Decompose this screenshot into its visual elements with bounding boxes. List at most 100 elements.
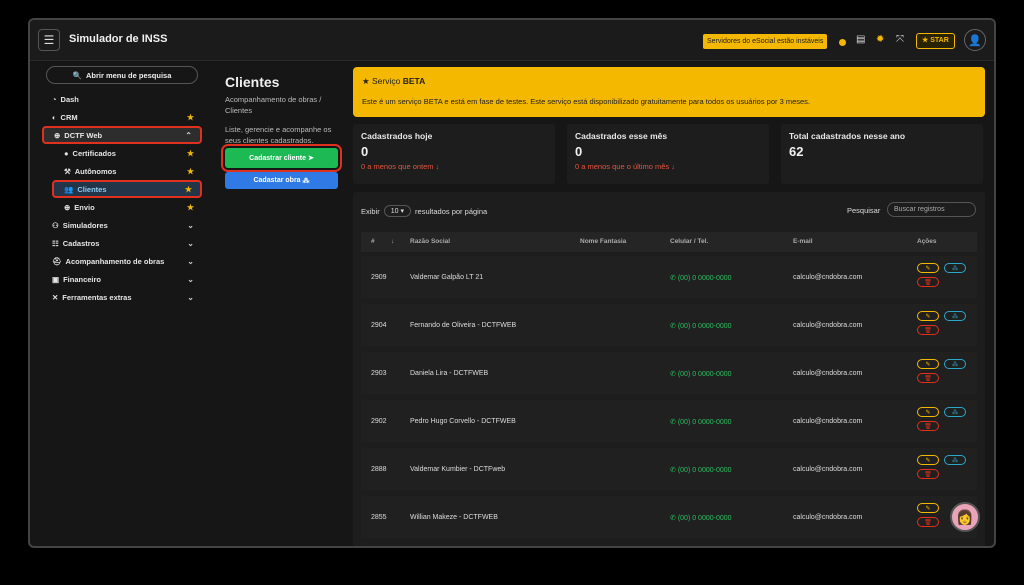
favorite-star-icon[interactable]: ★ xyxy=(187,167,194,176)
beta-text: Este é um serviço BETA e está em fase de… xyxy=(362,97,811,106)
phone-text: (00) 0 0000-0000 xyxy=(677,419,732,426)
sidebar-item-autonomos[interactable]: ⚒ Autônomos ★ xyxy=(42,162,202,180)
sitemap-icon[interactable]: ⁂ xyxy=(944,359,966,369)
search-input[interactable]: Buscar registros xyxy=(887,202,976,217)
cell-name: Valdemar Galpão LT 21 xyxy=(410,274,484,281)
favorite-star-icon[interactable]: ★ xyxy=(187,203,194,212)
cell-id: 2888 xyxy=(371,466,387,473)
sidebar-item-envio[interactable]: ⊕ Envio ★ xyxy=(42,198,202,216)
sort-arrow-icon[interactable]: ↓ xyxy=(391,238,394,245)
column-header-email[interactable]: E-mail xyxy=(793,238,813,245)
sitemap-icon[interactable]: ⁂ xyxy=(944,311,966,321)
esocial-warning-badge[interactable]: Servidores do eSocial estão instáveis xyxy=(703,34,828,49)
cell-phone[interactable]: ✆ (00) 0 0000-0000 xyxy=(670,418,732,426)
status-dot-icon xyxy=(839,39,846,46)
sidebar-item-cadastros[interactable]: ☷ Cadastros ⌄ xyxy=(42,234,202,252)
chevron-down-icon: ▾ xyxy=(400,208,405,215)
users-icon: 👥 xyxy=(64,184,74,194)
assistant-avatar-icon[interactable]: 👩 xyxy=(950,502,980,532)
sun-icon[interactable]: ✹ xyxy=(876,34,884,45)
chevron-up-icon: ⌃ xyxy=(185,130,192,140)
sidebar-item-clientes[interactable]: 👥 Clientes ★ xyxy=(52,180,202,198)
column-header-phone[interactable]: Celular / Tel. xyxy=(670,238,708,245)
cell-email: calculo@cndobra.com xyxy=(793,370,863,377)
edit-pencil-icon[interactable]: ✎ xyxy=(917,359,939,369)
star-icon: ★ xyxy=(362,76,370,86)
stat-label: Cadastrados hoje xyxy=(361,131,433,141)
favorite-star-icon[interactable]: ★ xyxy=(187,113,194,122)
sitemap-icon[interactable]: ⁂ xyxy=(944,407,966,417)
sidebar-item-certificados[interactable]: ● Certificados ★ xyxy=(42,144,202,162)
edit-pencil-icon[interactable]: ✎ xyxy=(917,263,939,273)
cell-phone[interactable]: ✆ (00) 0 0000-0000 xyxy=(670,274,732,282)
column-header-id[interactable]: # xyxy=(371,238,375,245)
whatsapp-icon: ✆ xyxy=(670,323,676,330)
edit-pencil-icon[interactable]: ✎ xyxy=(917,407,939,417)
cell-phone[interactable]: ✆ (00) 0 0000-0000 xyxy=(670,466,732,474)
star-button[interactable]: ★ STAR xyxy=(916,33,955,49)
document-icon[interactable]: ▤ xyxy=(856,34,865,45)
trash-icon[interactable]: 🗑 xyxy=(917,373,939,383)
stat-card-month: Cadastrados esse mês 0 0 a menos que o ú… xyxy=(567,124,769,184)
cell-phone[interactable]: ✆ (00) 0 0000-0000 xyxy=(670,514,732,522)
sidebar-item-financeiro[interactable]: ▣ Financeiro ⌄ xyxy=(42,270,202,288)
table-header: # ↓ Razão Social Nome Fantasia Celular /… xyxy=(361,232,977,252)
phone-text: (00) 0 0000-0000 xyxy=(677,371,732,378)
edit-pencil-icon[interactable]: ✎ xyxy=(917,311,939,321)
column-header-razao-social[interactable]: Razão Social xyxy=(410,238,450,245)
trash-icon[interactable]: 🗑 xyxy=(917,517,939,527)
stat-comparison: 0 a menos que ontem ↓ xyxy=(361,162,440,171)
clients-header: Clientes Acompanhamento de obras / Clien… xyxy=(225,74,345,146)
sidebar-item-label: Simuladores xyxy=(62,220,108,230)
add-client-button[interactable]: Cadastrar cliente ➤ xyxy=(221,144,342,172)
sidebar-item-label: DCTF Web xyxy=(64,130,103,140)
cell-phone[interactable]: ✆ (00) 0 0000-0000 xyxy=(670,322,732,330)
trash-icon[interactable]: 🗑 xyxy=(917,469,939,479)
trash-icon[interactable]: 🗑 xyxy=(917,421,939,431)
sidebar-item-ferramentas[interactable]: ✕ Ferramentas extras ⌄ xyxy=(42,288,202,306)
sidebar-item-label: Dash xyxy=(60,94,79,104)
stat-card-year: Total cadastrados nesse ano 62 xyxy=(781,124,983,184)
trash-icon[interactable]: 🗑 xyxy=(917,277,939,287)
sitemap-icon[interactable]: ⁂ xyxy=(944,263,966,273)
sidebar: 🔍 Abrir menu de pesquisa ◔ Dash ◐ CRM ★ ⊕ DCT… xyxy=(42,66,202,306)
sitemap-icon[interactable]: ⁂ xyxy=(944,455,966,465)
edit-pencil-icon[interactable]: ✎ xyxy=(917,503,939,513)
sidebar-item-dctf-web[interactable]: ⊕ DCTF Web ⌃ xyxy=(42,126,202,144)
cell-phone[interactable]: ✆ (00) 0 0000-0000 xyxy=(670,370,732,378)
search-icon: 🔍 xyxy=(72,70,82,80)
hamburger-menu-icon[interactable]: ☰ xyxy=(38,29,60,51)
sidebar-item-label: Cadastros xyxy=(62,238,100,248)
tools-icon: ✕ xyxy=(52,292,59,302)
edit-pencil-icon[interactable]: ✎ xyxy=(917,455,939,465)
top-bar: ☰ Simulador de INSS Servidores do eSocia… xyxy=(30,20,994,61)
fullscreen-icon[interactable]: ⤧ xyxy=(896,34,904,45)
open-search-menu-button[interactable]: 🔍 Abrir menu de pesquisa xyxy=(46,66,198,84)
favorite-star-icon[interactable]: ★ xyxy=(185,185,192,194)
sidebar-item-label: CRM xyxy=(60,112,78,122)
stat-value: 0 xyxy=(361,144,369,159)
sitemap-icon: ⁂ xyxy=(302,177,310,185)
breadcrumb: Acompanhamento de obras / Clientes xyxy=(225,95,322,115)
user-avatar-icon[interactable]: 👤 xyxy=(964,29,986,51)
trash-icon[interactable]: 🗑 xyxy=(917,325,939,335)
cell-name: Fernando de Oliveira - DCTFWEB xyxy=(410,322,517,329)
page-description: Liste, gerencie e acompanhe os seus clie… xyxy=(225,125,332,145)
sidebar-item-crm[interactable]: ◐ CRM ★ xyxy=(42,108,202,126)
sidebar-item-acompanhamento[interactable]: ⛑ Acompanhamento de obras ⌄ xyxy=(42,252,202,270)
page-size-select[interactable]: 10 ▾ xyxy=(383,205,412,217)
add-obra-label: Cadastar obra xyxy=(253,177,301,184)
sidebar-item-label: Acompanhamento de obras xyxy=(65,256,165,266)
favorite-star-icon[interactable]: ★ xyxy=(187,149,194,158)
phone-text: (00) 0 0000-0000 xyxy=(677,275,732,282)
sidebar-item-label: Autônomos xyxy=(74,166,117,176)
sidebar-item-simuladores[interactable]: ⚇ Simuladores ⌄ xyxy=(42,216,202,234)
column-header-nome-fantasia[interactable]: Nome Fantasia xyxy=(580,238,626,245)
add-client-label: Cadastrar cliente xyxy=(249,154,306,162)
certificate-icon: ● xyxy=(64,148,69,158)
add-obra-button[interactable]: Cadastar obra ⁂ xyxy=(225,172,338,189)
stat-label: Cadastrados esse mês xyxy=(575,131,668,141)
sidebar-item-label: Envio xyxy=(74,202,95,212)
page-title: Clientes xyxy=(225,74,280,90)
sidebar-item-dash[interactable]: ◔ Dash xyxy=(42,90,202,108)
